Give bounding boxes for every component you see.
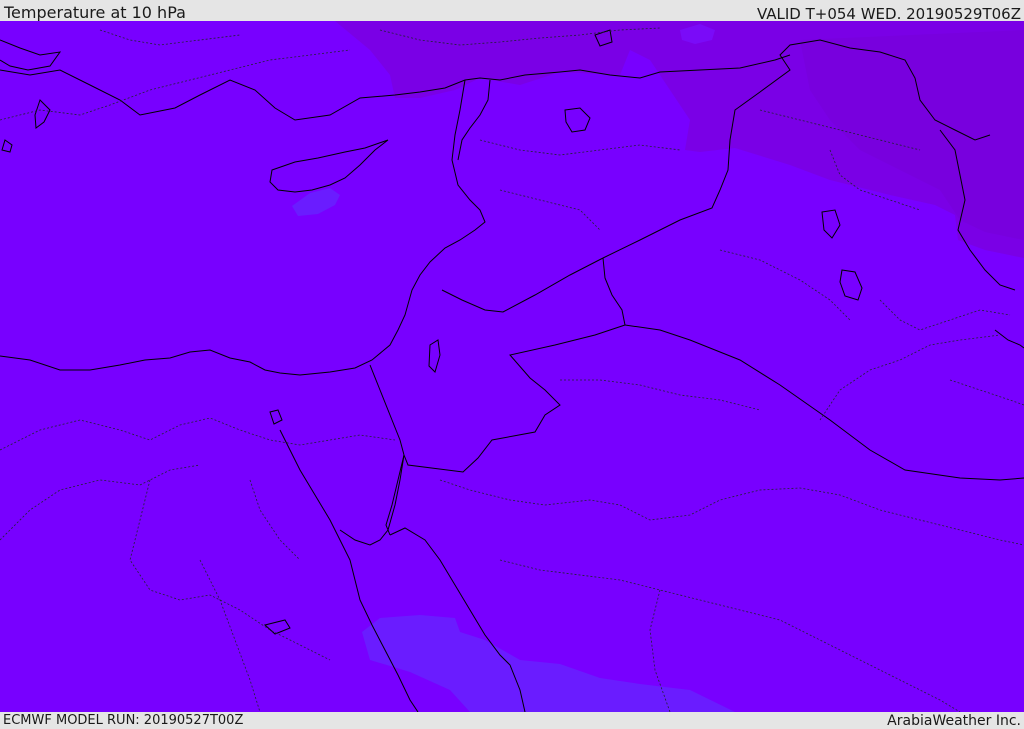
valid-time-label: VALID T+054 WED. 20190529T06Z bbox=[756, 5, 1021, 23]
temperature-map bbox=[0, 21, 1024, 712]
credit-label: ArabiaWeather Inc. bbox=[887, 713, 1021, 729]
header-bar: Temperature at 10 hPa VALID T+054 WED. 2… bbox=[0, 0, 1024, 23]
map-title: Temperature at 10 hPa bbox=[4, 3, 186, 22]
map-canvas bbox=[0, 21, 1024, 712]
footer-bar: ECMWF MODEL RUN: 20190527T00Z ArabiaWeat… bbox=[0, 712, 1024, 729]
model-run-label: ECMWF MODEL RUN: 20190527T00Z bbox=[3, 713, 244, 728]
map-frame: Temperature at 10 hPa VALID T+054 WED. 2… bbox=[0, 0, 1024, 729]
